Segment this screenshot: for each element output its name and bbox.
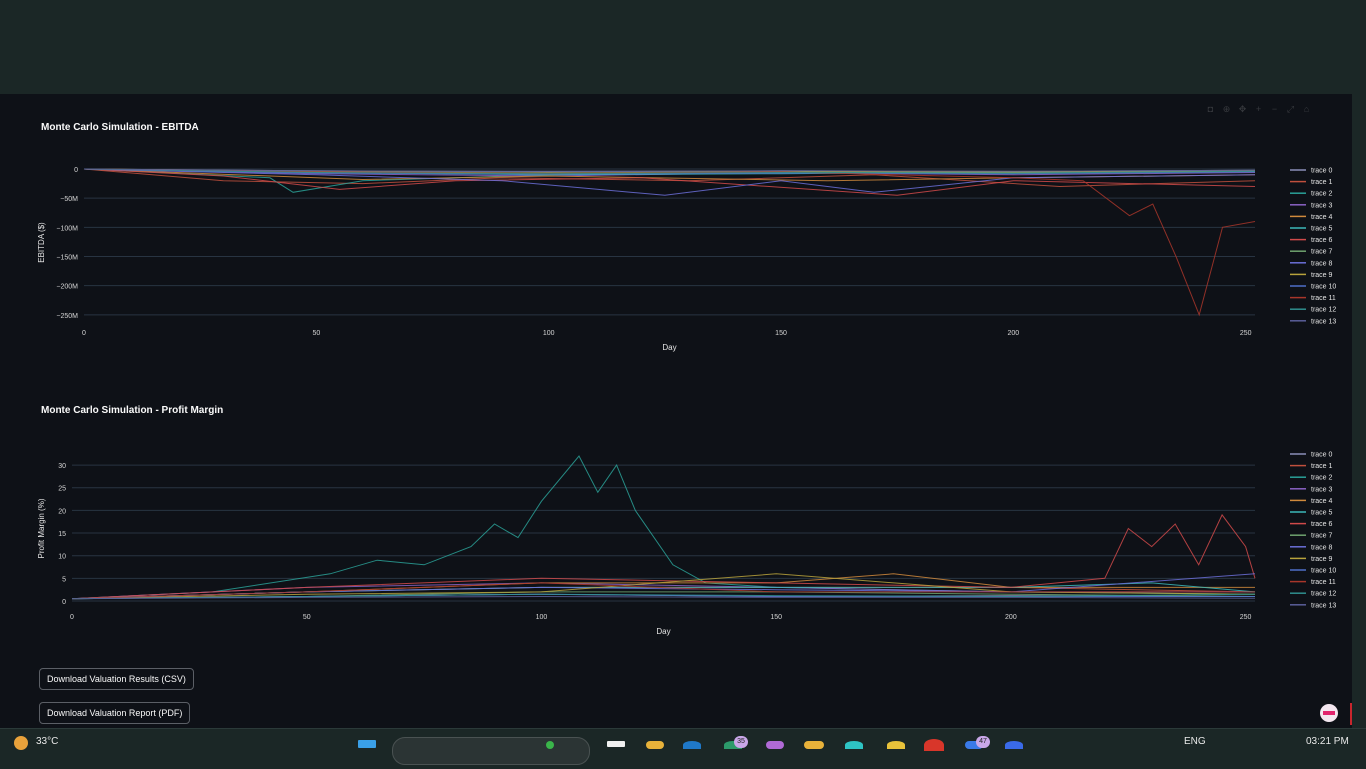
legend-entry[interactable]: trace 4 (1311, 214, 1333, 221)
y-tick-label: −50M (60, 196, 78, 203)
scrollbar-track[interactable] (1352, 94, 1366, 728)
chrome-icon[interactable] (924, 739, 944, 751)
legend-entry[interactable]: trace 6 (1311, 237, 1333, 244)
y-tick-label: 10 (58, 554, 66, 561)
legend-entry[interactable]: trace 12 (1311, 307, 1336, 314)
legend-entry[interactable]: trace 10 (1311, 568, 1336, 575)
browser-icon[interactable] (845, 741, 863, 749)
x-tick-label: 100 (536, 614, 548, 621)
x-tick-label: 50 (303, 614, 311, 621)
y-tick-label: 15 (58, 531, 66, 538)
x-tick-label: 150 (770, 614, 782, 621)
legend-entry[interactable]: trace 8 (1311, 544, 1333, 551)
avatar[interactable] (1320, 704, 1338, 722)
legend-entry[interactable]: trace 8 (1311, 260, 1333, 267)
copilot-icon[interactable] (546, 741, 554, 749)
zoom-out-icon[interactable]: − (1269, 104, 1280, 115)
x-axis-label: Day (656, 627, 670, 636)
legend-entry[interactable]: trace 10 (1311, 284, 1336, 291)
legend-entry[interactable]: trace 3 (1311, 202, 1333, 209)
y-axis-label: EBITDA ($) (37, 222, 46, 263)
legend-entry[interactable]: trace 13 (1311, 602, 1336, 609)
legend-entry[interactable]: trace 11 (1311, 295, 1336, 302)
legend-entry[interactable]: trace 4 (1311, 498, 1333, 505)
chart-title-profit-margin: Monte Carlo Simulation - Profit Margin (41, 405, 224, 416)
legend-entry[interactable]: trace 0 (1311, 452, 1333, 459)
y-tick-label: 25 (58, 486, 66, 493)
legend-entry[interactable]: trace 9 (1311, 272, 1333, 279)
series-line[interactable] (83, 168, 1256, 317)
app-icon-globe[interactable] (1005, 741, 1023, 749)
edge-browser-icon[interactable] (683, 741, 701, 749)
file-explorer-icon[interactable] (607, 741, 625, 747)
zoom-in-icon[interactable]: + (1253, 104, 1264, 115)
y-tick-label: −100M (56, 225, 78, 232)
legend-entry[interactable]: trace 11 (1311, 579, 1336, 586)
y-tick-label: 20 (58, 508, 66, 515)
reset-axes-icon[interactable]: ⌂ (1301, 104, 1312, 115)
taskbar-search-input[interactable] (392, 737, 590, 765)
app-icon-yellow[interactable] (887, 741, 905, 749)
legend-entry[interactable]: trace 7 (1311, 533, 1333, 540)
x-axis-label: Day (662, 343, 676, 352)
legend-entry[interactable]: trace 2 (1311, 191, 1333, 198)
camera-icon[interactable]: ◘ (1205, 104, 1216, 115)
x-tick-label: 200 (1008, 330, 1020, 337)
app-header (0, 0, 1366, 94)
y-tick-label: 30 (58, 463, 66, 470)
legend-entry[interactable]: trace 1 (1311, 463, 1333, 470)
series-line[interactable] (71, 455, 1256, 600)
legend-entry[interactable]: trace 9 (1311, 556, 1333, 563)
y-tick-label: 0 (74, 167, 78, 174)
y-tick-label: −150M (56, 255, 78, 262)
x-tick-label: 0 (82, 330, 86, 337)
notification-badge-2: 47 (976, 736, 990, 748)
weather-temp[interactable]: 33°C (36, 736, 58, 747)
profit-margin-chart[interactable]: 0 5 10 15 20 25 30 0 50 100 150 200 250 Day Profit Mar… (0, 418, 1352, 648)
folder-icon[interactable] (646, 741, 664, 749)
y-axis-label: Profit Margin (%) (37, 498, 46, 558)
pan-icon[interactable]: ✥ (1237, 104, 1248, 115)
chart-modebar[interactable]: ◘ ⊕ ✥ + − ⤢ ⌂ (1205, 104, 1312, 115)
x-tick-label: 200 (1005, 614, 1017, 621)
taskbar: 33°C 35 47 ENG 03:21 PM (0, 728, 1366, 769)
status-indicator (1350, 703, 1352, 725)
download-pdf-button[interactable]: Download Valuation Report (PDF) (39, 702, 191, 724)
legend-entry[interactable]: trace 7 (1311, 249, 1333, 256)
zoom-icon[interactable]: ⊕ (1221, 104, 1232, 115)
x-tick-label: 50 (312, 330, 320, 337)
y-tick-label: 5 (62, 576, 66, 583)
legend-entry[interactable]: trace 5 (1311, 510, 1333, 517)
ebitda-chart[interactable]: 0 −50M −100M −150M −200M −250M 0 50 100 150 200 250… (0, 135, 1352, 365)
y-tick-label: −250M (56, 313, 78, 320)
legend-entry[interactable]: trace 3 (1311, 486, 1333, 493)
autoscale-icon[interactable]: ⤢ (1285, 104, 1296, 115)
legend-entry[interactable]: trace 13 (1311, 318, 1336, 325)
x-tick-label: 0 (70, 614, 74, 621)
legend-entry[interactable]: trace 12 (1311, 591, 1336, 598)
legend-entry[interactable]: trace 2 (1311, 475, 1333, 482)
language-indicator[interactable]: ENG (1184, 736, 1206, 747)
files-icon[interactable] (804, 741, 824, 749)
teams-icon[interactable] (766, 741, 784, 749)
chart-title-ebitda: Monte Carlo Simulation - EBITDA (41, 122, 199, 133)
legend-entry[interactable]: trace 5 (1311, 226, 1333, 233)
x-tick-label: 150 (775, 330, 787, 337)
notification-badge: 35 (734, 736, 748, 748)
x-tick-label: 250 (1240, 614, 1252, 621)
y-tick-label: −200M (56, 284, 78, 291)
weather-icon[interactable] (14, 736, 28, 750)
y-tick-label: 0 (62, 599, 66, 606)
legend-entry[interactable]: trace 1 (1311, 179, 1333, 186)
x-tick-label: 100 (543, 330, 555, 337)
legend-entry[interactable]: trace 0 (1311, 168, 1333, 175)
legend-entry[interactable]: trace 6 (1311, 521, 1333, 528)
download-csv-button[interactable]: Download Valuation Results (CSV) (39, 668, 194, 690)
x-tick-label: 250 (1240, 330, 1252, 337)
start-menu-icon[interactable] (358, 740, 376, 748)
clock[interactable]: 03:21 PM (1306, 736, 1349, 747)
